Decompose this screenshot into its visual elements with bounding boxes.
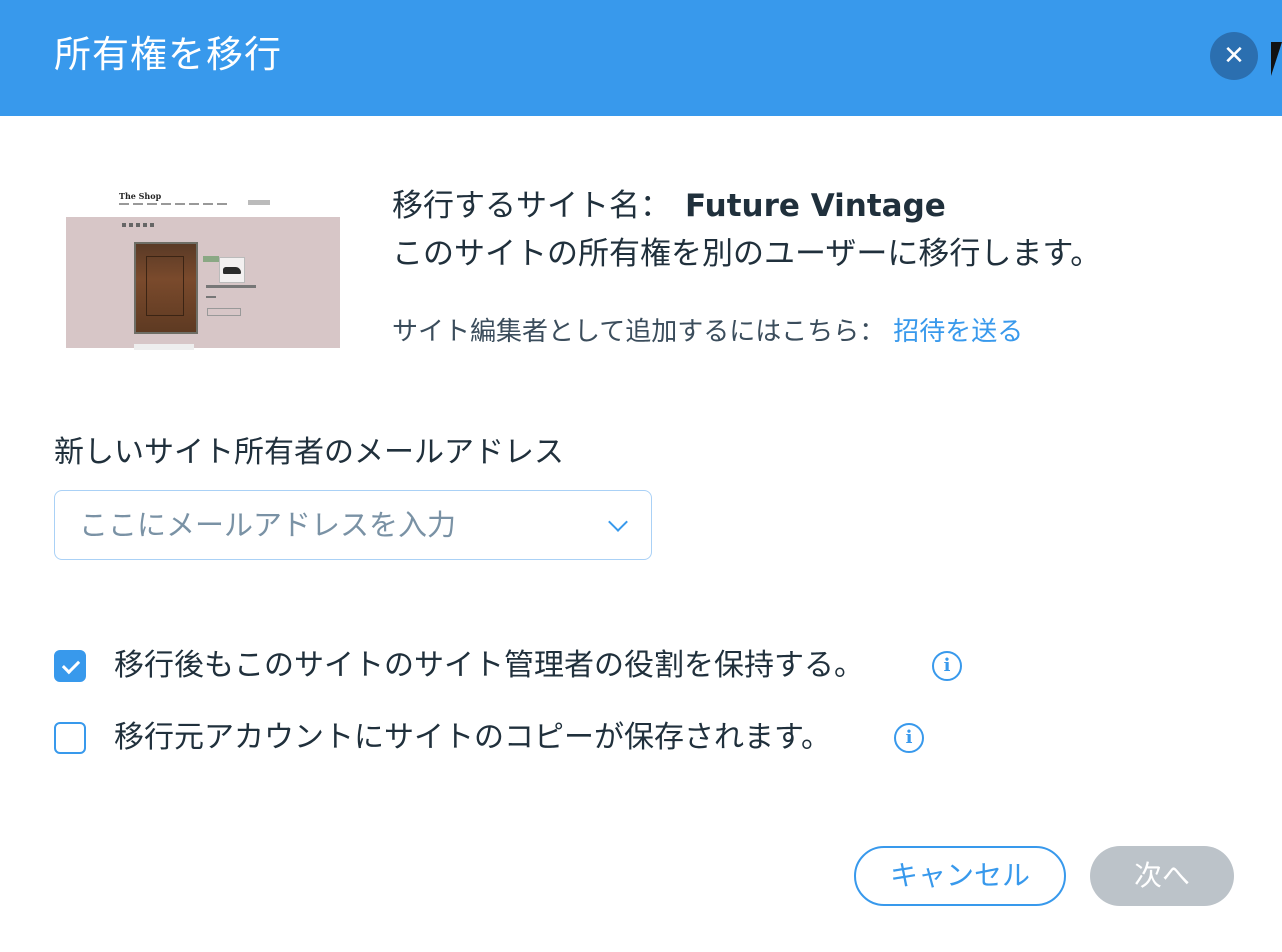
email-field-label: 新しいサイト所有者のメールアドレス (54, 435, 564, 470)
preview-product-image (219, 257, 245, 283)
keep-admin-checkbox[interactable] (54, 650, 86, 682)
save-copy-checkbox[interactable] (54, 722, 86, 754)
site-name-label: 移行するサイト名： (392, 188, 671, 224)
save-copy-option: 移行元アカウントにサイトのコピーが保存されます。 i (54, 718, 934, 758)
chevron-down-icon[interactable] (608, 512, 628, 532)
keep-admin-label: 移行後もこのサイトのサイト管理者の役割を保持する。 (114, 648, 864, 683)
close-button[interactable]: ✕ (1210, 32, 1258, 80)
preview-banner (66, 217, 340, 348)
preview-shoe-icon (223, 267, 241, 274)
site-name-line: 移行するサイト名： Future Vintage (392, 186, 946, 226)
preview-nav (119, 203, 229, 205)
preview-cart (248, 200, 270, 205)
mouse-cursor-icon (1271, 42, 1282, 76)
preview-social-icons (122, 223, 154, 227)
close-icon: ✕ (1223, 41, 1245, 71)
preview-sale-tag (203, 256, 219, 262)
invite-prefix: サイト編集者として追加するにはこちら： (392, 317, 886, 347)
preview-product-button (207, 308, 241, 316)
info-icon[interactable]: i (932, 651, 962, 681)
save-copy-label: 移行元アカウントにサイトのコピーが保存されます。 (114, 720, 831, 755)
checkmark-icon (61, 655, 81, 675)
preview-shop-title: The Shop (119, 191, 162, 201)
dialog-title: 所有権を移行 (54, 33, 282, 76)
dialog-header: 所有権を移行 ✕ (0, 0, 1282, 116)
invite-line: サイト編集者として追加するにはこちら： 招待を送る (392, 314, 1023, 350)
preview-product-price (206, 296, 216, 298)
site-preview-thumbnail: The Shop (62, 180, 344, 350)
info-icon[interactable]: i (894, 723, 924, 753)
site-name: Future Vintage (685, 188, 946, 224)
preview-product-caption (206, 285, 256, 288)
preview-door-panel (146, 256, 184, 316)
email-combobox[interactable] (54, 490, 652, 560)
keep-admin-option: 移行後もこのサイトのサイト管理者の役割を保持する。 i (54, 646, 974, 686)
transfer-description: このサイトの所有権を別のユーザーに移行します。 (392, 236, 1102, 272)
preview-door-image (134, 242, 198, 334)
next-button: 次へ (1090, 846, 1234, 906)
preview-side-text (62, 299, 63, 339)
send-invite-link[interactable]: 招待を送る (893, 317, 1023, 347)
cancel-button[interactable]: キャンセル (854, 846, 1066, 906)
email-input[interactable] (79, 503, 579, 547)
preview-footer (134, 344, 194, 350)
